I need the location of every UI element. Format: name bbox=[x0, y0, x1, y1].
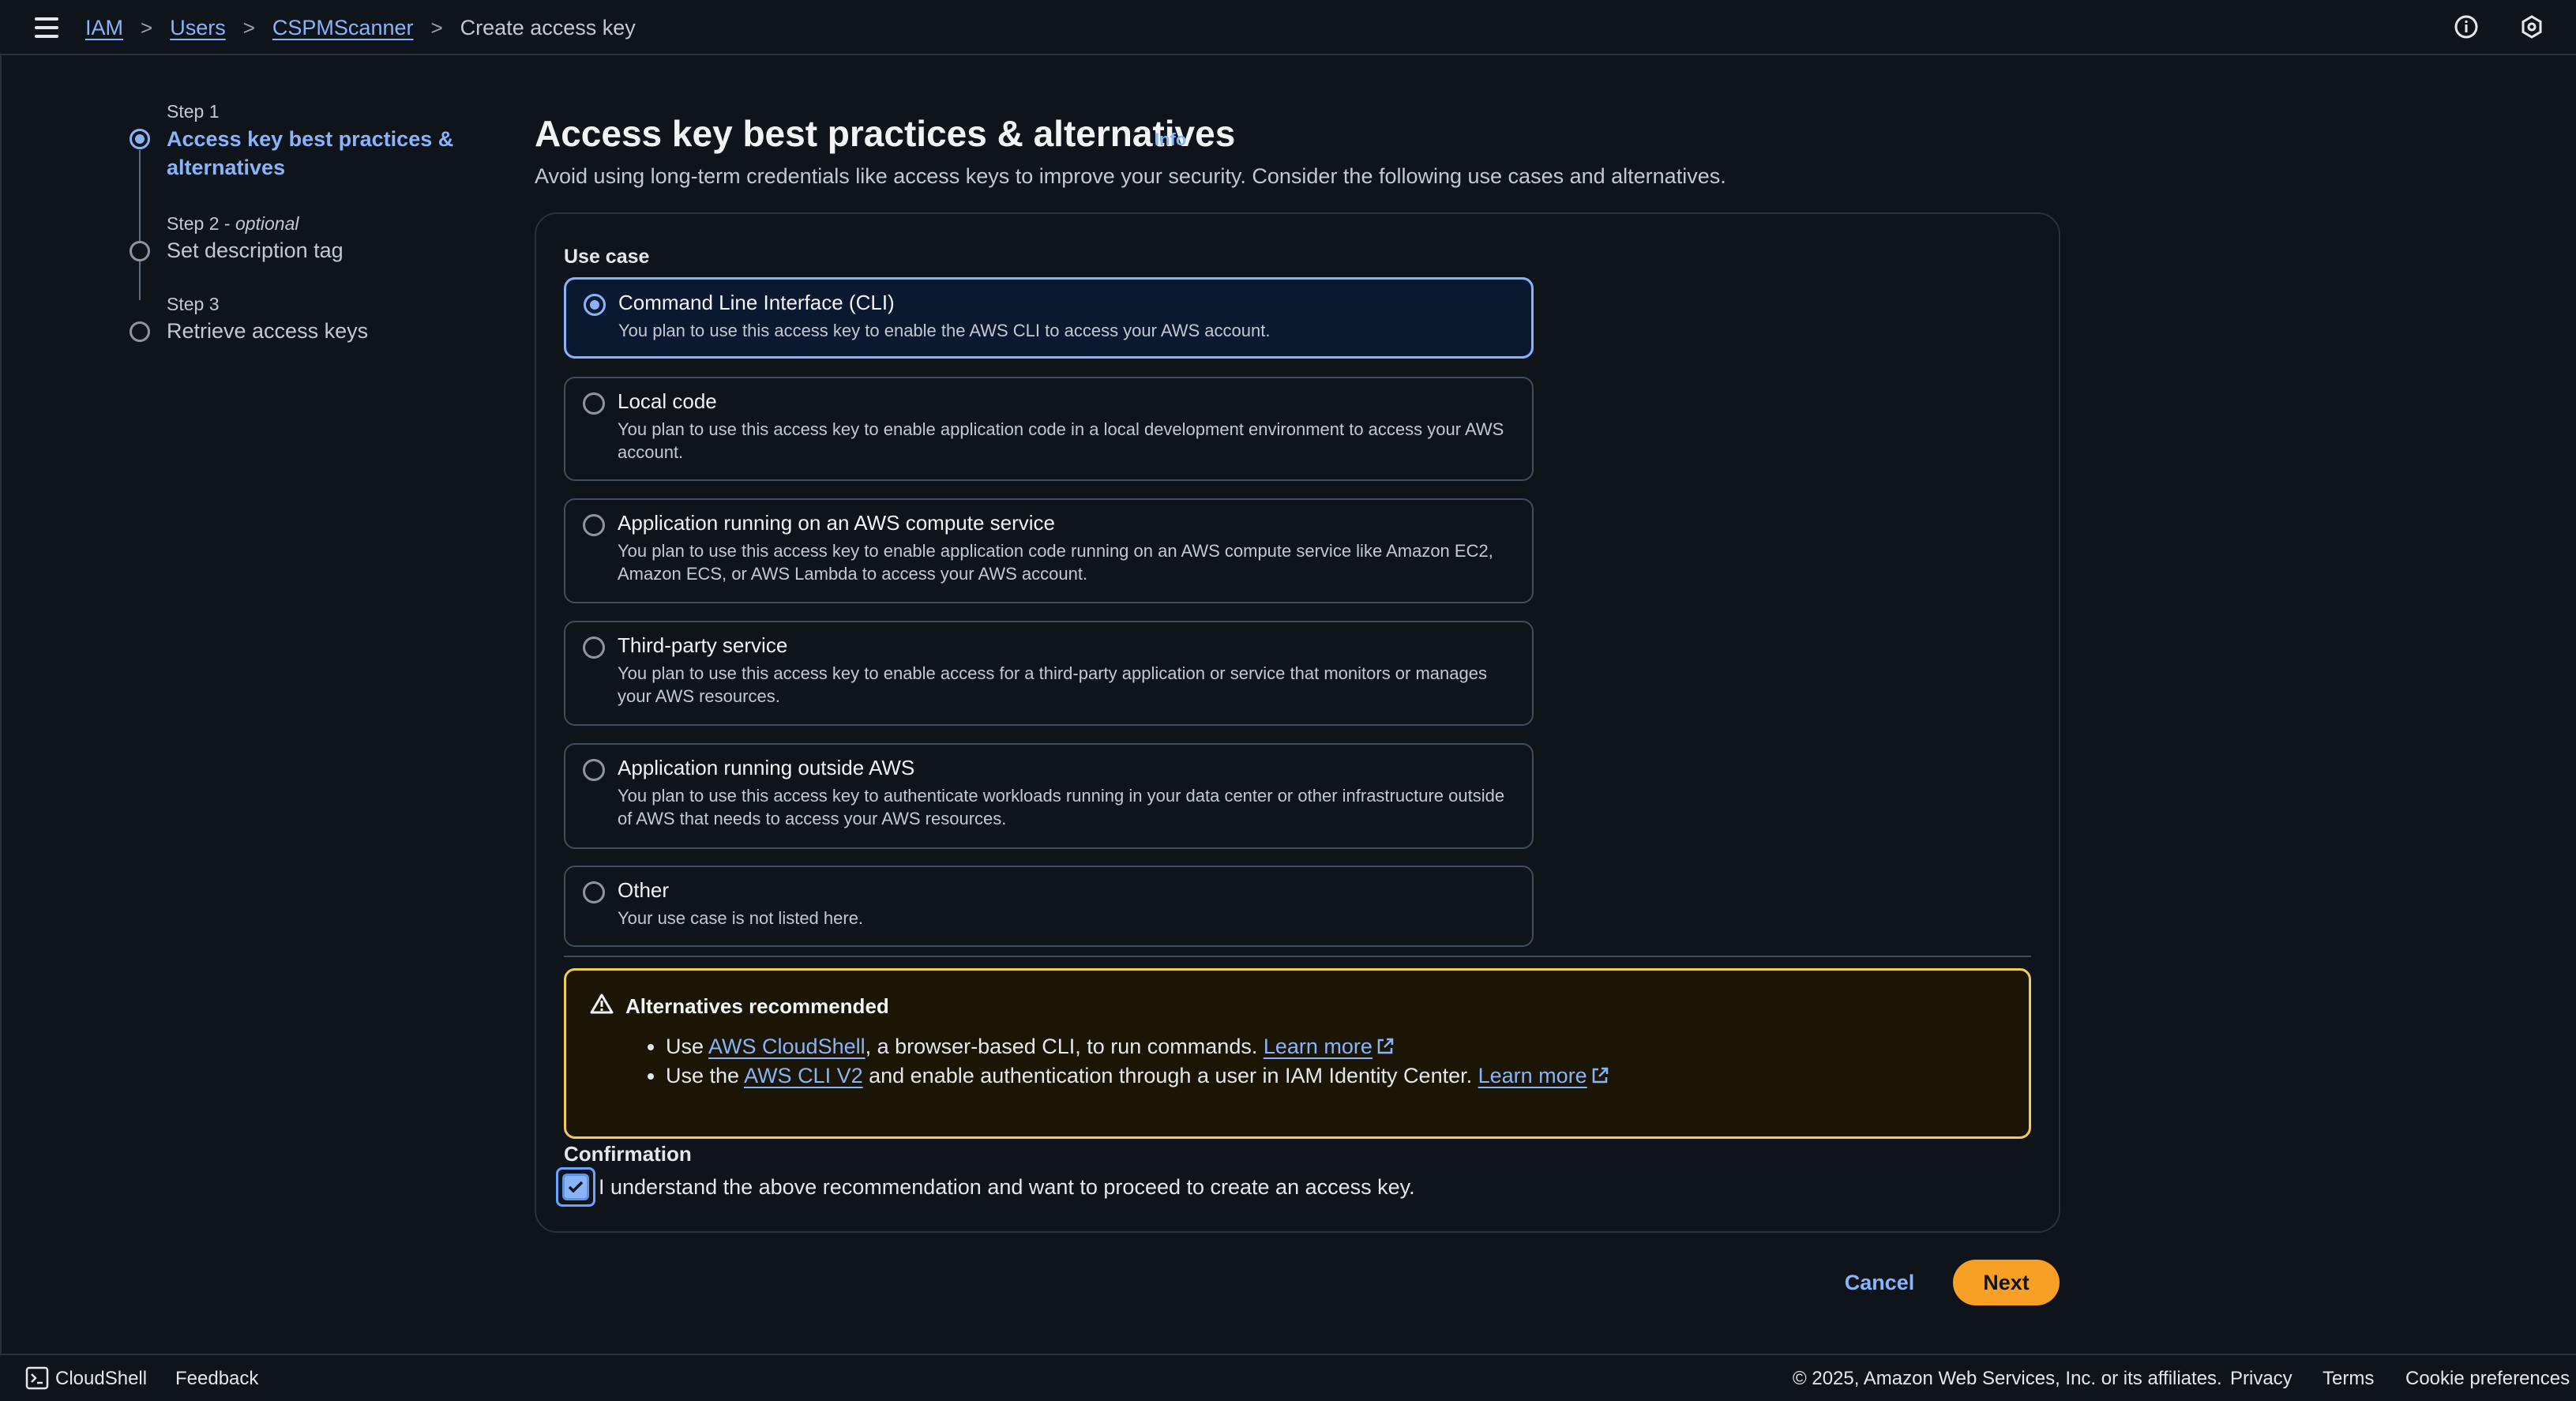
breadcrumb-current: Create access key bbox=[460, 15, 636, 39]
step-2-label: Step 2 - optional bbox=[167, 213, 299, 234]
page-description: Avoid using long-term credentials like a… bbox=[535, 164, 1726, 188]
option-description: You plan to use this access key to enabl… bbox=[618, 419, 1504, 462]
terms-link[interactable]: Terms bbox=[2323, 1368, 2374, 1390]
external-link-icon bbox=[1377, 1038, 1394, 1054]
use-case-option-other[interactable]: Other Your use case is not listed here. bbox=[564, 866, 1534, 947]
info-circle-icon[interactable] bbox=[2454, 14, 2479, 39]
learn-more-link[interactable]: Learn more bbox=[1264, 1035, 1395, 1058]
option-description: Your use case is not listed here. bbox=[618, 908, 864, 928]
use-case-option-outside-aws[interactable]: Application running outside AWS You plan… bbox=[564, 743, 1534, 849]
copyright-text: © 2025, Amazon Web Services, Inc. or its… bbox=[1793, 1368, 2222, 1389]
option-description: You plan to use this access key to authe… bbox=[618, 786, 1505, 828]
step-1-label: Step 1 bbox=[167, 101, 220, 122]
step-3-indicator bbox=[130, 321, 150, 342]
next-button[interactable]: Next bbox=[1953, 1260, 2060, 1305]
option-title: Other bbox=[618, 878, 670, 902]
cloudshell-icon[interactable] bbox=[25, 1366, 49, 1390]
step-3-title: Retrieve access keys bbox=[167, 319, 369, 343]
step-2-title: Set description tag bbox=[167, 239, 344, 262]
use-case-option-third-party[interactable]: Third-party service You plan to use this… bbox=[564, 621, 1534, 726]
use-case-option-aws-compute[interactable]: Application running on an AWS compute se… bbox=[564, 498, 1534, 603]
privacy-link[interactable]: Privacy bbox=[2230, 1368, 2292, 1390]
alert-list: Use AWS CloudShell, a browser-based CLI,… bbox=[634, 1032, 1609, 1091]
breadcrumb-users[interactable]: Users bbox=[170, 16, 226, 40]
alert-item-cli-v2: Use the AWS CLI V2 and enable authentica… bbox=[666, 1061, 1609, 1091]
aws-cloudshell-link[interactable]: AWS CloudShell bbox=[708, 1035, 866, 1058]
step-1-title: Access key best practices & alternatives bbox=[167, 125, 453, 182]
option-title: Application running outside AWS bbox=[618, 756, 915, 779]
footer: CloudShell Feedback © 2025, Amazon Web S… bbox=[0, 1354, 2576, 1401]
chevron-right-icon: > bbox=[430, 15, 443, 39]
external-link-icon bbox=[1592, 1067, 1608, 1084]
feedback-link[interactable]: Feedback bbox=[175, 1368, 258, 1390]
alert-item-cloudshell: Use AWS CloudShell, a browser-based CLI,… bbox=[666, 1032, 1609, 1061]
cancel-button[interactable]: Cancel bbox=[1832, 1259, 1927, 1306]
use-case-label: Use case bbox=[564, 246, 650, 268]
step-2-indicator bbox=[130, 241, 150, 261]
option-title: Command Line Interface (CLI) bbox=[618, 291, 895, 314]
option-title: Application running on an AWS compute se… bbox=[618, 511, 1056, 535]
menu-icon[interactable] bbox=[35, 17, 58, 38]
radio-button-selected[interactable] bbox=[584, 294, 606, 316]
radio-button[interactable] bbox=[583, 881, 605, 903]
cookie-preferences-link[interactable]: Cookie preferences bbox=[2405, 1368, 2570, 1390]
breadcrumb: IAM > Users > CSPMScanner > Create acces… bbox=[85, 13, 636, 43]
learn-more-link[interactable]: Learn more bbox=[1478, 1064, 1609, 1087]
use-case-option-local-code[interactable]: Local code You plan to use this access k… bbox=[564, 377, 1534, 481]
warning-icon bbox=[590, 993, 614, 1014]
radio-button[interactable] bbox=[583, 393, 605, 415]
radio-button[interactable] bbox=[583, 514, 605, 536]
page-title: Access key best practices & alternatives bbox=[535, 113, 1236, 154]
breadcrumb-iam[interactable]: IAM bbox=[85, 16, 123, 40]
step-connector bbox=[139, 150, 141, 300]
info-link[interactable]: Info bbox=[1155, 130, 1186, 150]
option-description: You plan to use this access key to enabl… bbox=[618, 663, 1487, 706]
option-description: You plan to use this access key to enabl… bbox=[618, 321, 1271, 340]
aws-cli-v2-link[interactable]: AWS CLI V2 bbox=[744, 1064, 863, 1087]
top-navigation-bar: IAM > Users > CSPMScanner > Create acces… bbox=[0, 0, 2576, 55]
breadcrumb-user[interactable]: CSPMScanner bbox=[272, 16, 414, 40]
settings-icon[interactable] bbox=[2519, 14, 2544, 39]
use-case-option-cli[interactable]: Command Line Interface (CLI) You plan to… bbox=[564, 277, 1534, 359]
step-1-indicator bbox=[130, 129, 150, 149]
radio-button[interactable] bbox=[583, 637, 605, 659]
alert-title: Alternatives recommended bbox=[625, 994, 889, 1018]
radio-button[interactable] bbox=[583, 759, 605, 781]
chevron-right-icon: > bbox=[141, 15, 153, 39]
confirmation-checkbox[interactable] bbox=[562, 1174, 589, 1200]
option-title: Local code bbox=[618, 389, 717, 413]
step-1-title-line2: alternatives bbox=[167, 156, 286, 179]
confirmation-text: I understand the above recommendation an… bbox=[599, 1175, 1415, 1199]
chevron-right-icon: > bbox=[242, 15, 255, 39]
option-description: You plan to use this access key to enabl… bbox=[618, 541, 1493, 584]
checkmark-icon bbox=[568, 1181, 584, 1193]
step-1-title-line1: Access key best practices & bbox=[167, 127, 454, 151]
alternatives-alert: Alternatives recommended Use AWS CloudSh… bbox=[564, 968, 2031, 1139]
option-title: Third-party service bbox=[618, 633, 788, 657]
step-3-label: Step 3 bbox=[167, 294, 220, 314]
divider bbox=[564, 956, 2031, 957]
cloudshell-link[interactable]: CloudShell bbox=[55, 1368, 147, 1390]
left-border bbox=[0, 55, 2, 1354]
confirmation-label: Confirmation bbox=[564, 1142, 692, 1166]
